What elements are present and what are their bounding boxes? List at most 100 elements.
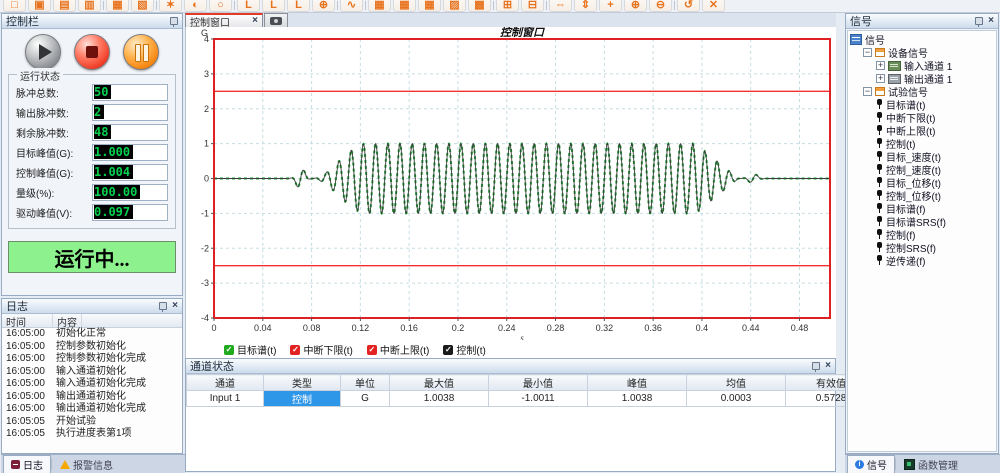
channel-col-header[interactable]: 均值 [687,375,786,391]
log-row[interactable]: 16:05:00控制参数初始化 [2,341,182,354]
toolbar-new-icon[interactable]: □ [3,0,26,12]
collapse-icon[interactable]: − [863,48,872,57]
left-tab-alarm[interactable]: 报警信息 [52,455,121,473]
tree-item-target-spectrum-srs-f[interactable]: 目标谱SRS(f) [850,215,996,228]
tab-control-window[interactable]: 控制窗口 [185,13,263,27]
chart-plot[interactable]: 00.040.080.120.160.20.240.280.320.360.40… [186,27,837,340]
left-tab-log[interactable]: 日志 [3,455,51,473]
close-icon[interactable] [825,361,831,371]
log-time: 16:05:00 [2,378,52,391]
pin-icon[interactable] [812,362,820,370]
pin-icon[interactable] [170,17,178,25]
channel-col-header[interactable]: 单位 [341,375,390,391]
legend-target[interactable]: ✓目标谱(t) [224,342,276,357]
signal-icon [876,255,883,266]
toolbar-print-icon[interactable]: ▦ [106,0,129,12]
channel-col-header[interactable]: 最小值 [489,375,588,391]
legend-checkbox-icon[interactable]: ✓ [443,345,453,355]
toolbar-favorite-icon[interactable]: ✶ [159,0,182,12]
right-tab-signal[interactable]: i信号 [847,455,895,473]
log-row[interactable]: 16:05:00输出通道初始化完成 [2,403,182,416]
transport-buttons [2,34,182,70]
right-tab-function-manager[interactable]: 函数管理 [896,455,966,473]
toolbar-open-icon[interactable]: ▣ [28,0,51,12]
toolbar-save-all-icon[interactable]: ▥ [78,0,101,12]
channel-col-header[interactable]: 通道 [187,375,264,391]
toolbar-separator [493,1,494,10]
status-field-row: 控制峰值(G):1.004 [16,164,168,180]
expand-icon[interactable]: + [876,61,885,70]
stop-button[interactable] [74,34,110,70]
snapshot-tab[interactable] [264,13,288,27]
toolbar-pie-icon[interactable]: ◐ [184,0,207,12]
toolbar-layout-single-icon[interactable]: ▦ [368,0,391,12]
pause-button[interactable] [123,34,159,70]
toolbar-save-icon[interactable]: ▤ [53,0,76,12]
svg-text:控制窗口: 控制窗口 [500,27,545,39]
toolbar-fit-vertical-icon[interactable]: ⇕ [574,0,597,12]
log-row[interactable]: 16:05:00输出通道初始化 [2,391,182,404]
toolbar-waveform-icon[interactable]: ∿ [340,0,363,12]
legend-checkbox-icon[interactable]: ✓ [224,345,234,355]
toolbar-fit-horizontal-icon[interactable]: ⇔ [549,0,572,12]
svg-text:3: 3 [204,69,209,79]
log-row[interactable]: 16:05:05开始试验 [2,416,182,429]
close-icon[interactable] [252,16,258,26]
toolbar-cursor-unlink-icon[interactable]: ⊟ [521,0,544,12]
channel-col-header[interactable]: 最大值 [390,375,489,391]
toolbar-undo-icon[interactable]: ↺ [677,0,700,12]
legend-control[interactable]: ✓控制(t) [443,342,485,357]
toolbar-zoom-in-icon[interactable]: ⊕ [624,0,647,12]
svg-text:0.16: 0.16 [400,323,418,333]
legend-abort-upper[interactable]: ✓中断上限(t) [367,342,429,357]
pin-icon[interactable] [159,302,167,310]
log-row[interactable]: 16:05:05执行进度表第1项 [2,428,182,441]
channel-row[interactable]: Input 1控制G1.0038-1.00111.00380.00030.572… [187,391,877,407]
legend-checkbox-icon[interactable]: ✓ [290,345,300,355]
log-titlebar: 日志 [2,299,182,314]
status-field-row: 输出脉冲数:2 [16,104,168,120]
info-icon: i [855,460,864,469]
toolbar-cursor-link-icon[interactable]: ⊞ [496,0,519,12]
toolbar-pan-icon[interactable]: + [599,0,622,12]
toolbar-level-3-icon[interactable]: L [287,0,310,12]
start-button[interactable] [25,34,61,70]
legend-abort-lower[interactable]: ✓中断下限(t) [290,342,352,357]
toolbar-chart-area-icon[interactable]: ▩ [468,0,491,12]
toolbar-close-icon[interactable]: ✕ [702,0,725,12]
toolbar-layout-quad-icon[interactable]: ▦ [418,0,441,12]
toolbar-level-2-icon[interactable]: L [262,0,285,12]
tree-item-abort-upper-t[interactable]: 中断上限(t) [850,124,996,137]
toolbar-level-1-icon[interactable]: L [237,0,260,12]
toolbar-zoom-out-icon[interactable]: ⊖ [649,0,672,12]
close-icon[interactable] [172,301,178,311]
log-row[interactable]: 16:05:00输入通道初始化完成 [2,378,182,391]
legend-checkbox-icon[interactable]: ✓ [367,345,377,355]
control-bar-titlebar: 控制栏 [2,14,182,29]
log-content: 执行进度表第1项 [52,428,136,441]
close-icon[interactable] [988,16,994,26]
control-bar-title: 控制栏 [6,13,39,29]
toolbar-transducer-icon[interactable]: ⊕ [312,0,335,12]
log-row[interactable]: 16:05:00控制参数初始化完成 [2,353,182,366]
channel-col-header[interactable]: 峰值 [588,375,687,391]
in-icon [888,61,901,71]
toolbar-page-setup-icon[interactable]: ▧ [131,0,154,12]
toolbar-separator [234,1,235,10]
channel-col-header[interactable]: 类型 [264,375,341,391]
status-field-value: 1.000 [94,145,133,159]
collapse-icon[interactable]: − [863,87,872,96]
toolbar-layout-dual-icon[interactable]: ▦ [393,0,416,12]
log-row[interactable]: 16:05:00输入通道初始化 [2,366,182,379]
log-col-content: 内容 [53,314,82,327]
channel-cell: Input 1 [187,391,264,407]
expand-icon[interactable]: + [876,74,885,83]
toolbar-chart-line-icon[interactable]: ▨ [443,0,466,12]
tree-item-inverse-transfer-f[interactable]: 逆传递(f) [850,254,996,267]
svg-text:0: 0 [211,323,216,333]
log-row[interactable]: 16:05:00初始化正常 [2,328,182,341]
svg-text:-2: -2 [201,243,209,253]
left-tab-label: 日志 [23,457,43,472]
pin-icon[interactable] [975,17,983,25]
toolbar-schedule-icon[interactable]: ○ [209,0,232,12]
